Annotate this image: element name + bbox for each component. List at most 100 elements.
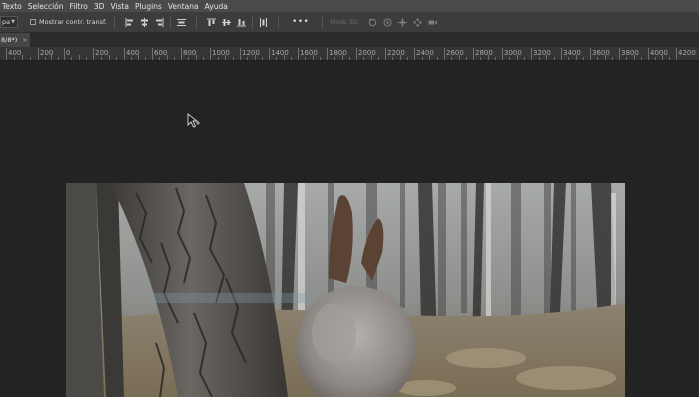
distribute-h-icon[interactable] <box>176 18 186 27</box>
ruler-minor-tick <box>370 55 372 60</box>
menu-seleccion[interactable]: Selección <box>25 2 67 11</box>
ruler-major-tick <box>64 48 65 60</box>
align-center-v-icon[interactable] <box>221 18 231 27</box>
ruler-minor-tick <box>604 55 606 60</box>
document-tab-title: 8/8*) <box>1 36 18 44</box>
ruler-major-tick <box>590 48 591 60</box>
ruler-minor-tick <box>217 57 219 60</box>
ruler-minor-tick <box>662 55 663 60</box>
ruler-minor-tick <box>575 55 577 60</box>
ruler-minor-tick <box>597 57 599 60</box>
ruler-minor-tick <box>341 55 343 60</box>
slide-3d-icon[interactable] <box>413 17 423 27</box>
menu-vista[interactable]: Vista <box>107 2 132 11</box>
menu-ayuda[interactable]: Ayuda <box>202 2 231 11</box>
ruler-major-tick <box>676 48 677 60</box>
document-tab-bar: 8/8*) × <box>0 33 699 47</box>
ruler-minor-tick <box>523 57 525 60</box>
roll-3d-icon[interactable] <box>383 18 392 27</box>
squirrel-photo[interactable] <box>66 183 625 397</box>
align-top-icon[interactable] <box>206 18 216 27</box>
ruler-label: 2800 <box>475 49 493 57</box>
ruler-minor-tick <box>78 55 80 60</box>
ruler-major-tick <box>93 48 94 60</box>
distribute-v-icon[interactable] <box>259 17 268 27</box>
ruler-major-tick <box>561 48 562 60</box>
ruler-minor-tick <box>116 57 118 60</box>
ruler-minor-tick <box>377 57 379 60</box>
ruler-minor-tick <box>51 55 52 60</box>
close-icon[interactable]: × <box>22 37 27 44</box>
ruler-major-tick <box>124 48 125 60</box>
auto-select-value: pa <box>2 18 11 26</box>
orbit-3d-icon[interactable] <box>368 17 377 27</box>
menu-filtro[interactable]: Filtro <box>67 2 91 11</box>
show-transform-checkbox[interactable] <box>30 19 36 25</box>
align-right-icon[interactable] <box>155 17 164 27</box>
ruler-major-tick <box>531 48 532 60</box>
ruler-minor-tick <box>655 57 656 60</box>
document-tab[interactable]: 8/8*) × <box>0 33 30 47</box>
align-left-icon[interactable] <box>125 17 134 27</box>
ruler-minor-tick <box>429 55 430 60</box>
ruler-minor-tick <box>626 57 628 60</box>
horizontal-ruler[interactable]: 400 200 0 200 400 600 800 1000 1200 1400 1600 1800 2… <box>0 47 699 61</box>
ruler-label: 1600 <box>300 49 318 57</box>
scale-3d-icon[interactable] <box>428 18 438 27</box>
ruler-minor-tick <box>633 55 635 60</box>
ruler-minor-tick <box>553 57 555 60</box>
divider <box>277 16 279 28</box>
menu-3d[interactable]: 3D <box>91 2 108 11</box>
menu-ventana[interactable]: Ventana <box>165 2 202 11</box>
ruler-minor-tick <box>669 57 670 60</box>
divider <box>322 16 324 28</box>
divider <box>113 16 115 28</box>
ruler-major-tick <box>502 48 503 60</box>
ruler-minor-tick <box>319 57 321 60</box>
auto-select-dropdown[interactable]: pa ▼ <box>0 16 18 28</box>
show-transform-label: Mostrar contr. transf. <box>39 18 107 26</box>
ruler-label: 0 <box>66 49 71 57</box>
chevron-down-icon: ▼ <box>11 19 15 25</box>
more-options-icon[interactable]: ••• <box>292 17 309 27</box>
ruler-major-tick <box>385 48 386 60</box>
ruler-major-tick <box>356 48 357 60</box>
ruler-minor-tick <box>188 57 190 60</box>
ruler-minor-tick <box>611 57 613 60</box>
ruler-minor-tick <box>421 57 423 60</box>
ruler-minor-tick <box>57 57 59 60</box>
ruler-minor-tick <box>71 57 73 60</box>
ruler-label: 800 <box>183 49 197 57</box>
ruler-minor-tick <box>173 57 175 60</box>
ruler-major-tick <box>619 48 620 60</box>
ruler-minor-tick <box>509 57 511 60</box>
options-bar: pa ▼ Mostrar contr. transf. ••• Modo 3D: <box>0 12 699 33</box>
ruler-minor-tick <box>108 55 110 60</box>
align-center-h-icon[interactable] <box>140 17 149 27</box>
menu-texto[interactable]: Texto <box>0 2 25 11</box>
menu-plugins[interactable]: Plugins <box>132 2 165 11</box>
ruler-label: 2000 <box>358 49 376 57</box>
divider <box>251 16 253 28</box>
ruler-label: 3600 <box>592 49 610 57</box>
ruler-label: 1000 <box>212 49 230 57</box>
pan-3d-icon[interactable] <box>398 17 408 27</box>
ruler-major-tick <box>298 48 299 60</box>
ruler-minor-tick <box>348 57 350 60</box>
ruler-major-tick <box>473 48 474 60</box>
ruler-minor-tick <box>399 55 401 60</box>
ruler-major-tick <box>414 48 415 60</box>
ruler-minor-tick <box>516 55 518 60</box>
ruler-minor-tick <box>100 57 102 60</box>
ruler-minor-tick <box>436 57 438 60</box>
ruler-minor-tick <box>582 57 584 60</box>
ruler-major-tick <box>648 48 649 60</box>
ruler-minor-tick <box>232 57 234 60</box>
ruler-minor-tick <box>392 57 394 60</box>
ruler-minor-tick <box>131 57 132 60</box>
ruler-minor-tick <box>568 57 570 60</box>
align-bottom-icon[interactable] <box>236 18 246 27</box>
ruler-major-tick <box>210 48 211 60</box>
ruler-major-tick <box>240 48 241 60</box>
ruler-major-tick <box>444 48 445 60</box>
